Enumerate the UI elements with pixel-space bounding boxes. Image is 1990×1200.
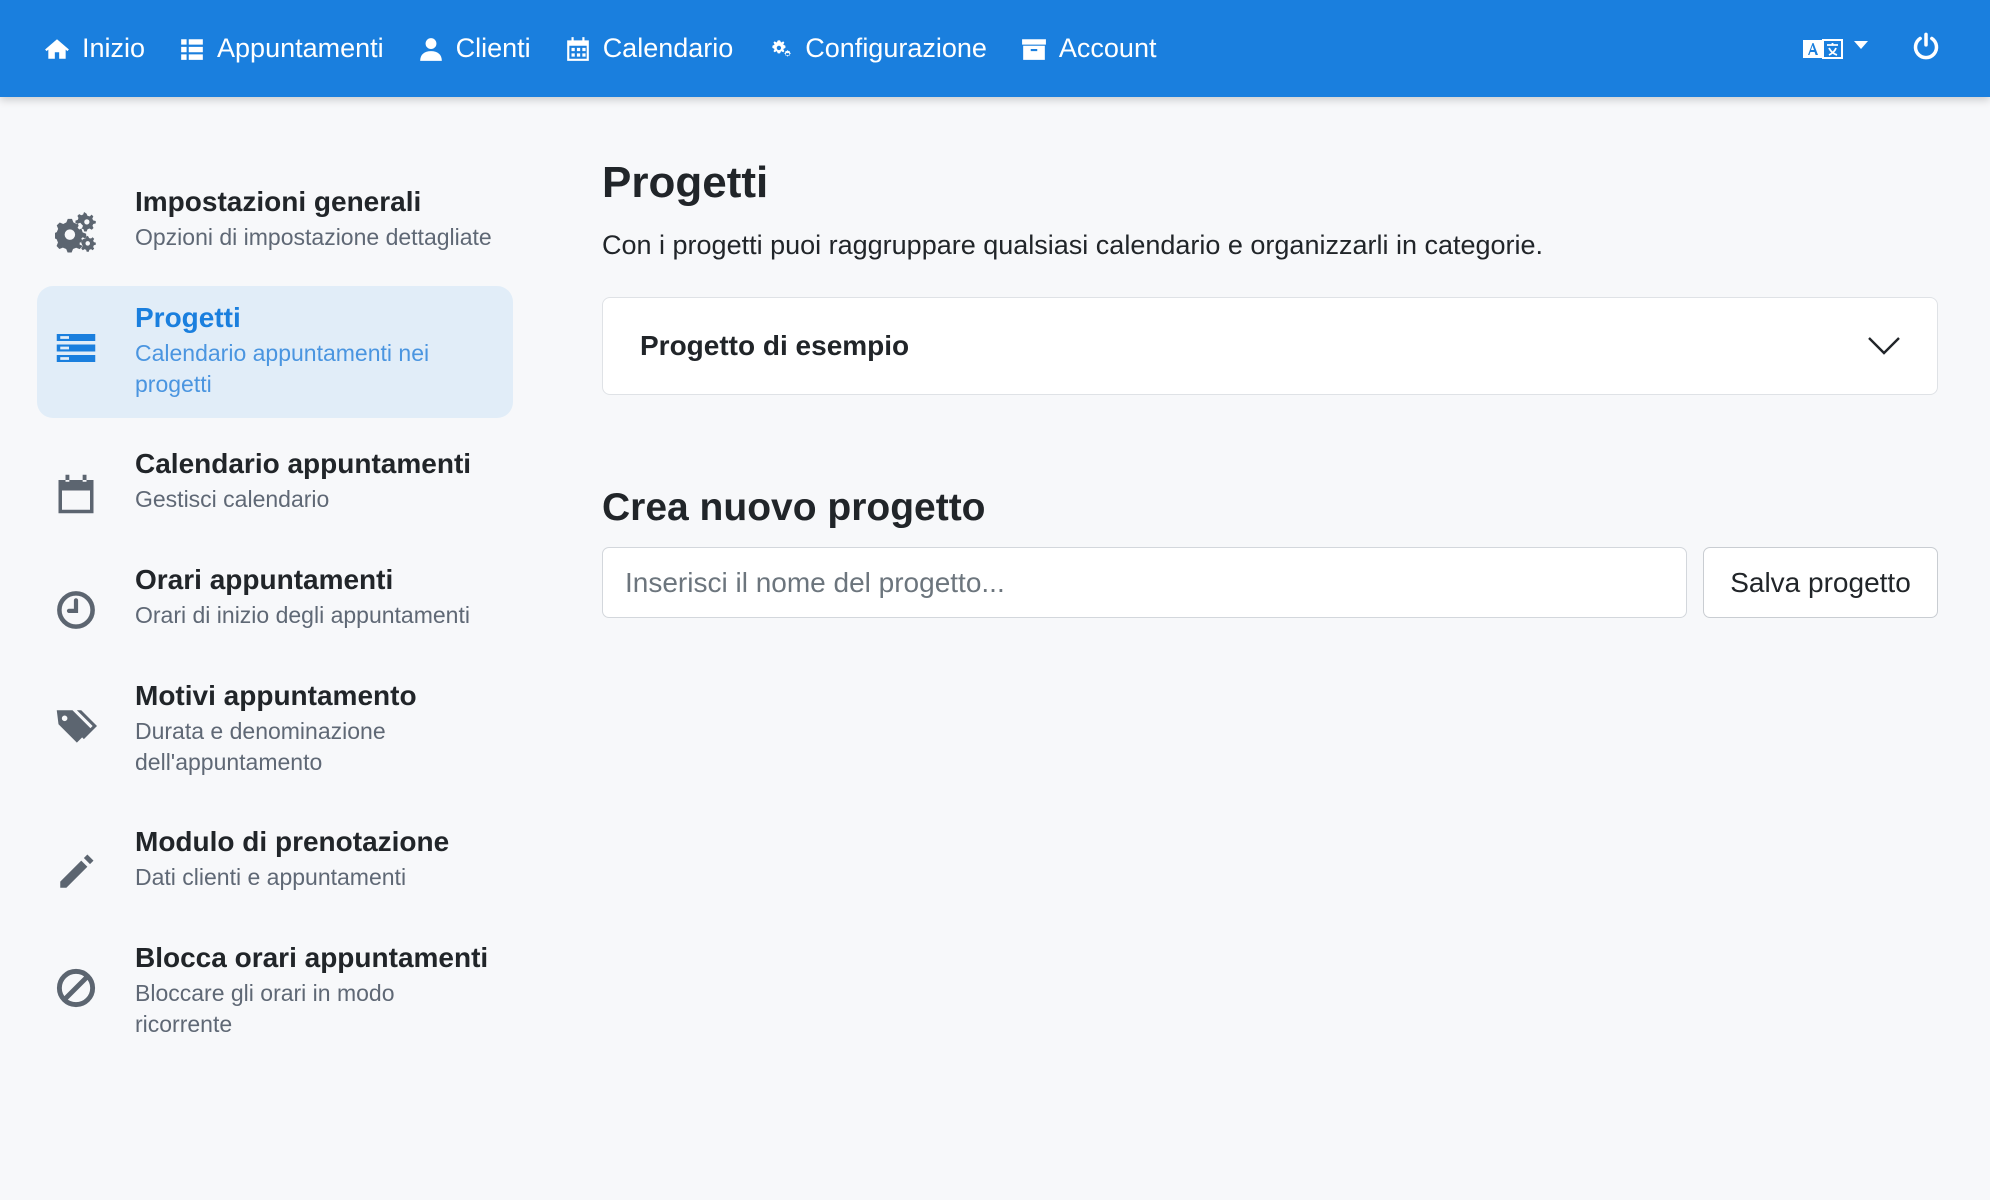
sidebar-item-text: Motivi appuntamento Durata e denominazio… [135,678,497,778]
save-project-button[interactable]: Salva progetto [1703,547,1938,618]
nav-clienti[interactable]: Clienti [418,0,531,97]
home-icon [45,38,69,59]
nav-appuntamenti-label: Appuntamenti [217,33,384,63]
pencil-icon [60,854,94,888]
page-description: Con i progetti puoi raggruppare qualsias… [602,230,1544,260]
nav-inizio-label: Inizio [82,33,146,63]
language-dropdown[interactable] [1802,36,1868,62]
sidebar-icon-wrap [54,210,98,254]
nav-right [1802,0,1940,97]
cogs-icon [772,39,792,57]
archive-icon [1021,38,1046,60]
nav-account-label: Account [1058,33,1157,63]
sidebar-item-subtitle: Bloccare gli orari in modo ricorrente [135,980,395,1037]
sidebar-item-title: Impostazioni generali [135,186,422,217]
sidebar-icon-wrap [54,326,98,370]
tags-icon [56,710,97,743]
sidebar-item-text: Modulo di prenotazione Dati clienti e ap… [135,824,497,893]
main-content: Progetti Con i progetti puoi raggruppare… [602,155,1938,618]
nav-calendario-label: Calendario [602,33,734,63]
cogs-icon [55,212,96,253]
list-icon [181,38,203,60]
project-accordion[interactable]: Progetto di esempio [602,297,1938,395]
sidebar-item-orari-appuntamenti[interactable]: Orari appuntamenti Orari di inizio degli… [37,548,513,650]
sidebar-item-text: Calendario appuntamenti Gestisci calenda… [135,446,497,515]
sidebar-item-subtitle: Dati clienti e appuntamenti [135,864,407,890]
sidebar-item-motivi-appuntamento[interactable]: Motivi appuntamento Durata e denominazio… [37,664,513,796]
project-name: Progetto di esempio [640,330,910,361]
nav-clienti-label: Clienti [455,33,531,63]
settings-sidebar: Impostazioni generali Opzioni di imposta… [37,170,513,1072]
top-navbar: Inizio Appuntamenti Clienti Calendario C… [0,0,1990,97]
project-name-input[interactable] [602,547,1687,618]
server-icon [56,334,96,362]
nav-inizio[interactable]: Inizio [44,0,145,97]
sidebar-item-text: Progetti Calendario appuntamenti nei pro… [135,300,497,400]
sidebar-item-blocca-orari[interactable]: Blocca orari appuntamenti Bloccare gli o… [37,926,513,1058]
sidebar-item-subtitle: Gestisci calendario [135,486,330,512]
sidebar-item-impostazioni-generali[interactable]: Impostazioni generali Opzioni di imposta… [37,170,513,272]
sidebar-item-title: Blocca orari appuntamenti [135,942,489,973]
nav-appuntamenti[interactable]: Appuntamenti [179,0,384,97]
user-icon [419,37,442,61]
language-icon [1803,38,1843,59]
sidebar-item-title: Motivi appuntamento [135,680,417,711]
sidebar-item-subtitle: Calendario appuntamenti nei progetti [135,340,430,397]
sidebar-item-title: Orari appuntamenti [135,564,394,595]
clock-icon [57,591,95,629]
sidebar-item-subtitle: Opzioni di impostazione dettagliate [135,224,492,250]
sidebar-item-subtitle: Durata e denominazione dell'appuntamento [135,718,386,775]
sidebar-item-modulo-prenotazione[interactable]: Modulo di prenotazione Dati clienti e ap… [37,810,513,912]
sidebar-item-text: Impostazioni generali Opzioni di imposta… [135,184,497,253]
sidebar-icon-wrap [54,966,98,1010]
logout-button[interactable] [1912,32,1940,65]
sidebar-item-calendario-appuntamenti[interactable]: Calendario appuntamenti Gestisci calenda… [37,432,513,534]
create-project-title: Crea nuovo progetto [602,486,986,529]
sidebar-item-title: Modulo di prenotazione [135,826,450,857]
sidebar-item-title: Progetti [135,302,241,333]
sidebar-item-text: Blocca orari appuntamenti Bloccare gli o… [135,940,497,1040]
sidebar-item-text: Orari appuntamenti Orari di inizio degli… [135,562,497,631]
sidebar-item-title: Calendario appuntamenti [135,448,472,479]
ban-icon [56,968,96,1008]
chevron-down-icon [1854,40,1868,49]
sidebar-icon-wrap [54,472,98,516]
nav-account[interactable]: Account [1021,0,1157,97]
page-title: Progetti [602,158,769,207]
create-project-form: Salva progetto [602,547,1938,618]
power-icon [1913,32,1939,60]
calendar-icon [566,36,589,61]
chevron-down-icon [1868,337,1900,355]
sidebar-item-subtitle: Orari di inizio degli appuntamenti [135,602,470,628]
sidebar-icon-wrap [54,588,98,632]
sidebar-item-progetti[interactable]: Progetti Calendario appuntamenti nei pro… [37,286,513,418]
nav-calendario[interactable]: Calendario [565,0,734,97]
nav-configurazione[interactable]: Configurazione [767,0,987,97]
nav-configurazione-label: Configurazione [805,33,987,63]
sidebar-icon-wrap [54,704,98,748]
calendar-icon [58,474,94,514]
sidebar-icon-wrap [54,850,98,894]
